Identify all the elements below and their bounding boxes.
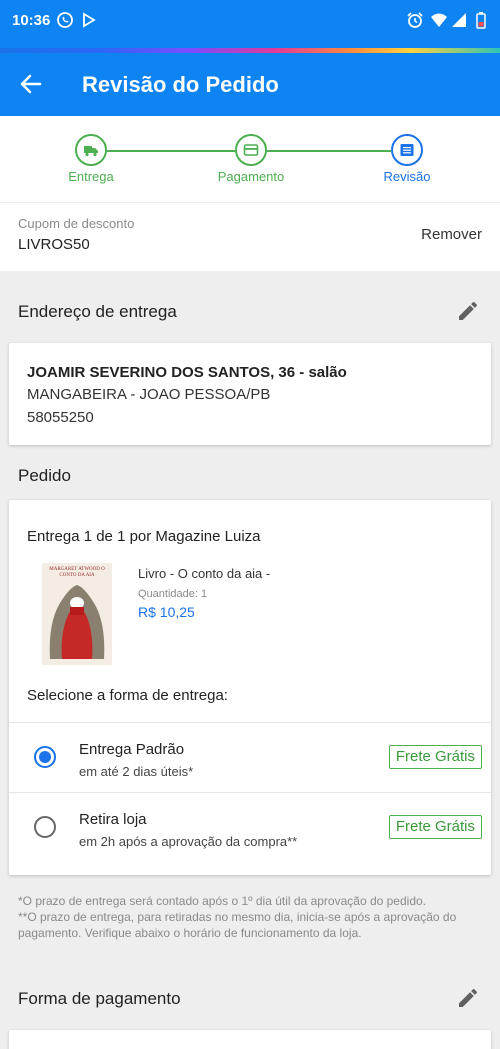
card-icon [243, 144, 259, 156]
step-label-revisao: Revisão [383, 169, 431, 184]
free-shipping-badge: Frete Grátis [388, 815, 482, 839]
coupon-code: LIVROS50 [18, 236, 90, 253]
seller-info: Entrega 1 de 1 por Magazine Luiza [27, 528, 261, 545]
checkout-stepper: Entrega Pagamento Revisão [0, 116, 500, 202]
whatsapp-icon [57, 12, 73, 28]
product-name[interactable]: Livro - O conto da aia - [138, 566, 270, 581]
address-section-title: Endereço de entrega [18, 302, 177, 321]
payment-card [9, 1030, 491, 1049]
battery-icon [476, 12, 486, 29]
step-pagamento[interactable] [235, 134, 267, 166]
radio-standard-selected[interactable] [34, 746, 56, 768]
free-shipping-badge: Frete Grátis [388, 745, 482, 769]
shipping-option-standard[interactable]: Entrega Padrão em até 2 dias úteis* Fret… [9, 723, 491, 792]
payment-section-title: Forma de pagamento [18, 989, 181, 1008]
edit-payment-icon[interactable] [456, 986, 480, 1010]
product-image: MARGARET ATWOOD O CONTO DA AIA [42, 563, 112, 665]
order-card: Entrega 1 de 1 por Magazine Luiza MARGAR… [9, 500, 491, 875]
step-entrega[interactable] [75, 134, 107, 166]
status-time: 10:36 [12, 12, 51, 29]
edit-address-icon[interactable] [456, 299, 480, 323]
truck-icon [84, 146, 98, 157]
option-title: Retira loja [79, 811, 147, 828]
stepper-line [107, 150, 235, 152]
remove-coupon-button[interactable]: Remover [421, 226, 482, 243]
wifi-icon [431, 13, 447, 27]
coupon-section: Cupom de desconto LIVROS50 Remover [0, 203, 500, 271]
play-store-icon [83, 12, 96, 28]
page-title: Revisão do Pedido [82, 72, 279, 97]
delivery-notes: *O prazo de entrega será contado após o … [18, 893, 486, 941]
address-line-street: JOAMIR SEVERINO DOS SANTOS, 36 - salão [27, 364, 347, 381]
list-icon [400, 144, 414, 156]
address-line-zip: 58055250 [27, 409, 94, 426]
status-bar: 10:36 [0, 0, 500, 48]
note-delivery: *O prazo de entrega será contado após o … [18, 894, 426, 908]
option-subtitle: em 2h após a aprovação da compra** [79, 834, 298, 849]
address-card: JOAMIR SEVERINO DOS SANTOS, 36 - salão M… [9, 343, 491, 445]
step-revisao[interactable] [391, 134, 423, 166]
signal-icon [452, 13, 466, 27]
coupon-label: Cupom de desconto [18, 216, 135, 231]
option-subtitle: em até 2 dias úteis* [79, 764, 194, 779]
address-line-city: MANGABEIRA - JOAO PESSOA/PB [27, 386, 271, 403]
product-quantity: Quantidade: 1 [138, 588, 208, 600]
step-label-pagamento: Pagamento [217, 169, 285, 184]
option-title: Entrega Padrão [79, 741, 185, 758]
back-arrow-icon[interactable] [16, 69, 46, 99]
book-cover-title: MARGARET ATWOOD O CONTO DA AIA [49, 567, 105, 578]
shipping-method-prompt: Selecione a forma de entrega: [27, 687, 228, 704]
product-price: R$ 10,25 [138, 604, 195, 620]
shipping-option-store-pickup[interactable]: Retira loja em 2h após a aprovação da co… [9, 793, 491, 862]
radio-pickup[interactable] [34, 816, 56, 838]
order-section-title: Pedido [18, 466, 71, 485]
note-pickup: **O prazo de entrega, para retiradas no … [18, 910, 457, 940]
alarm-icon [407, 12, 423, 28]
stepper-line [267, 150, 391, 152]
step-label-entrega: Entrega [68, 169, 114, 184]
app-bar: Revisão do Pedido [0, 53, 500, 116]
